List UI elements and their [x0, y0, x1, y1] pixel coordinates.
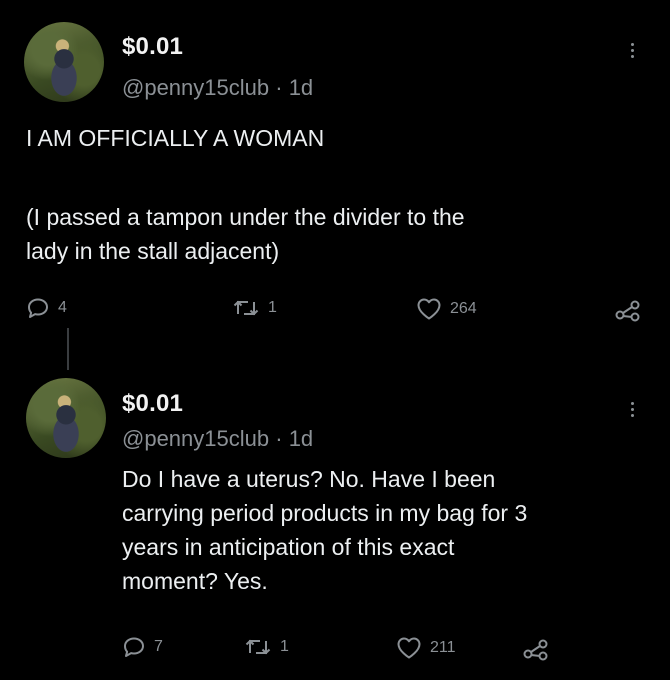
tweet-1[interactable]: $0.01 @penny15club · 1d I AM OFFICIALLY … [0, 0, 670, 340]
timestamp[interactable]: 1d [289, 75, 313, 100]
like-button[interactable]: 264 [416, 297, 477, 321]
separator: · [275, 426, 283, 451]
display-name[interactable]: $0.01 [122, 33, 183, 61]
handle[interactable]: @penny15club [122, 426, 269, 451]
retweet-count: 1 [268, 299, 277, 316]
avatar[interactable] [24, 22, 104, 102]
more-icon[interactable] [629, 402, 635, 420]
retweet-icon [233, 300, 259, 316]
tweet-text-body: (I passed a tampon under the divider to … [26, 204, 465, 264]
share-icon [615, 300, 640, 322]
heart-icon [397, 637, 421, 659]
tweet-text-line1: I AM OFFICIALLY A WOMAN [26, 125, 325, 151]
reply-icon [28, 298, 48, 318]
handle-and-time: @penny15club · 1d [122, 75, 313, 101]
heart-icon [417, 298, 441, 320]
share-button[interactable] [614, 297, 642, 323]
reply-button[interactable]: 4 [26, 297, 67, 319]
separator: · [275, 75, 283, 100]
like-count: 264 [450, 300, 477, 317]
tweet-2[interactable]: $0.01 @penny15club · 1d Do I have a uter… [0, 340, 670, 680]
more-icon[interactable] [629, 43, 635, 61]
timestamp[interactable]: 1d [289, 426, 313, 451]
display-name[interactable]: $0.01 [122, 390, 183, 418]
like-button[interactable]: 211 [396, 636, 456, 660]
handle[interactable]: @penny15club [122, 75, 269, 100]
tweet-actions: 7 1 211 [0, 636, 670, 666]
reply-count: 7 [154, 638, 163, 655]
retweet-button[interactable]: 1 [232, 297, 277, 319]
reply-button[interactable]: 7 [122, 636, 163, 658]
retweet-count: 1 [280, 638, 289, 655]
tweet-text-body: Do I have a uterus? No. Have I been carr… [122, 466, 528, 594]
like-count: 211 [430, 639, 456, 656]
reply-count: 4 [58, 299, 67, 316]
reply-icon [124, 637, 144, 657]
tweet-actions: 4 1 264 [0, 297, 670, 327]
share-icon [523, 639, 548, 661]
avatar[interactable] [26, 378, 106, 458]
retweet-button[interactable]: 1 [244, 636, 289, 658]
share-button[interactable] [522, 636, 550, 662]
retweet-icon [245, 639, 271, 655]
handle-and-time: @penny15club · 1d [122, 426, 313, 452]
